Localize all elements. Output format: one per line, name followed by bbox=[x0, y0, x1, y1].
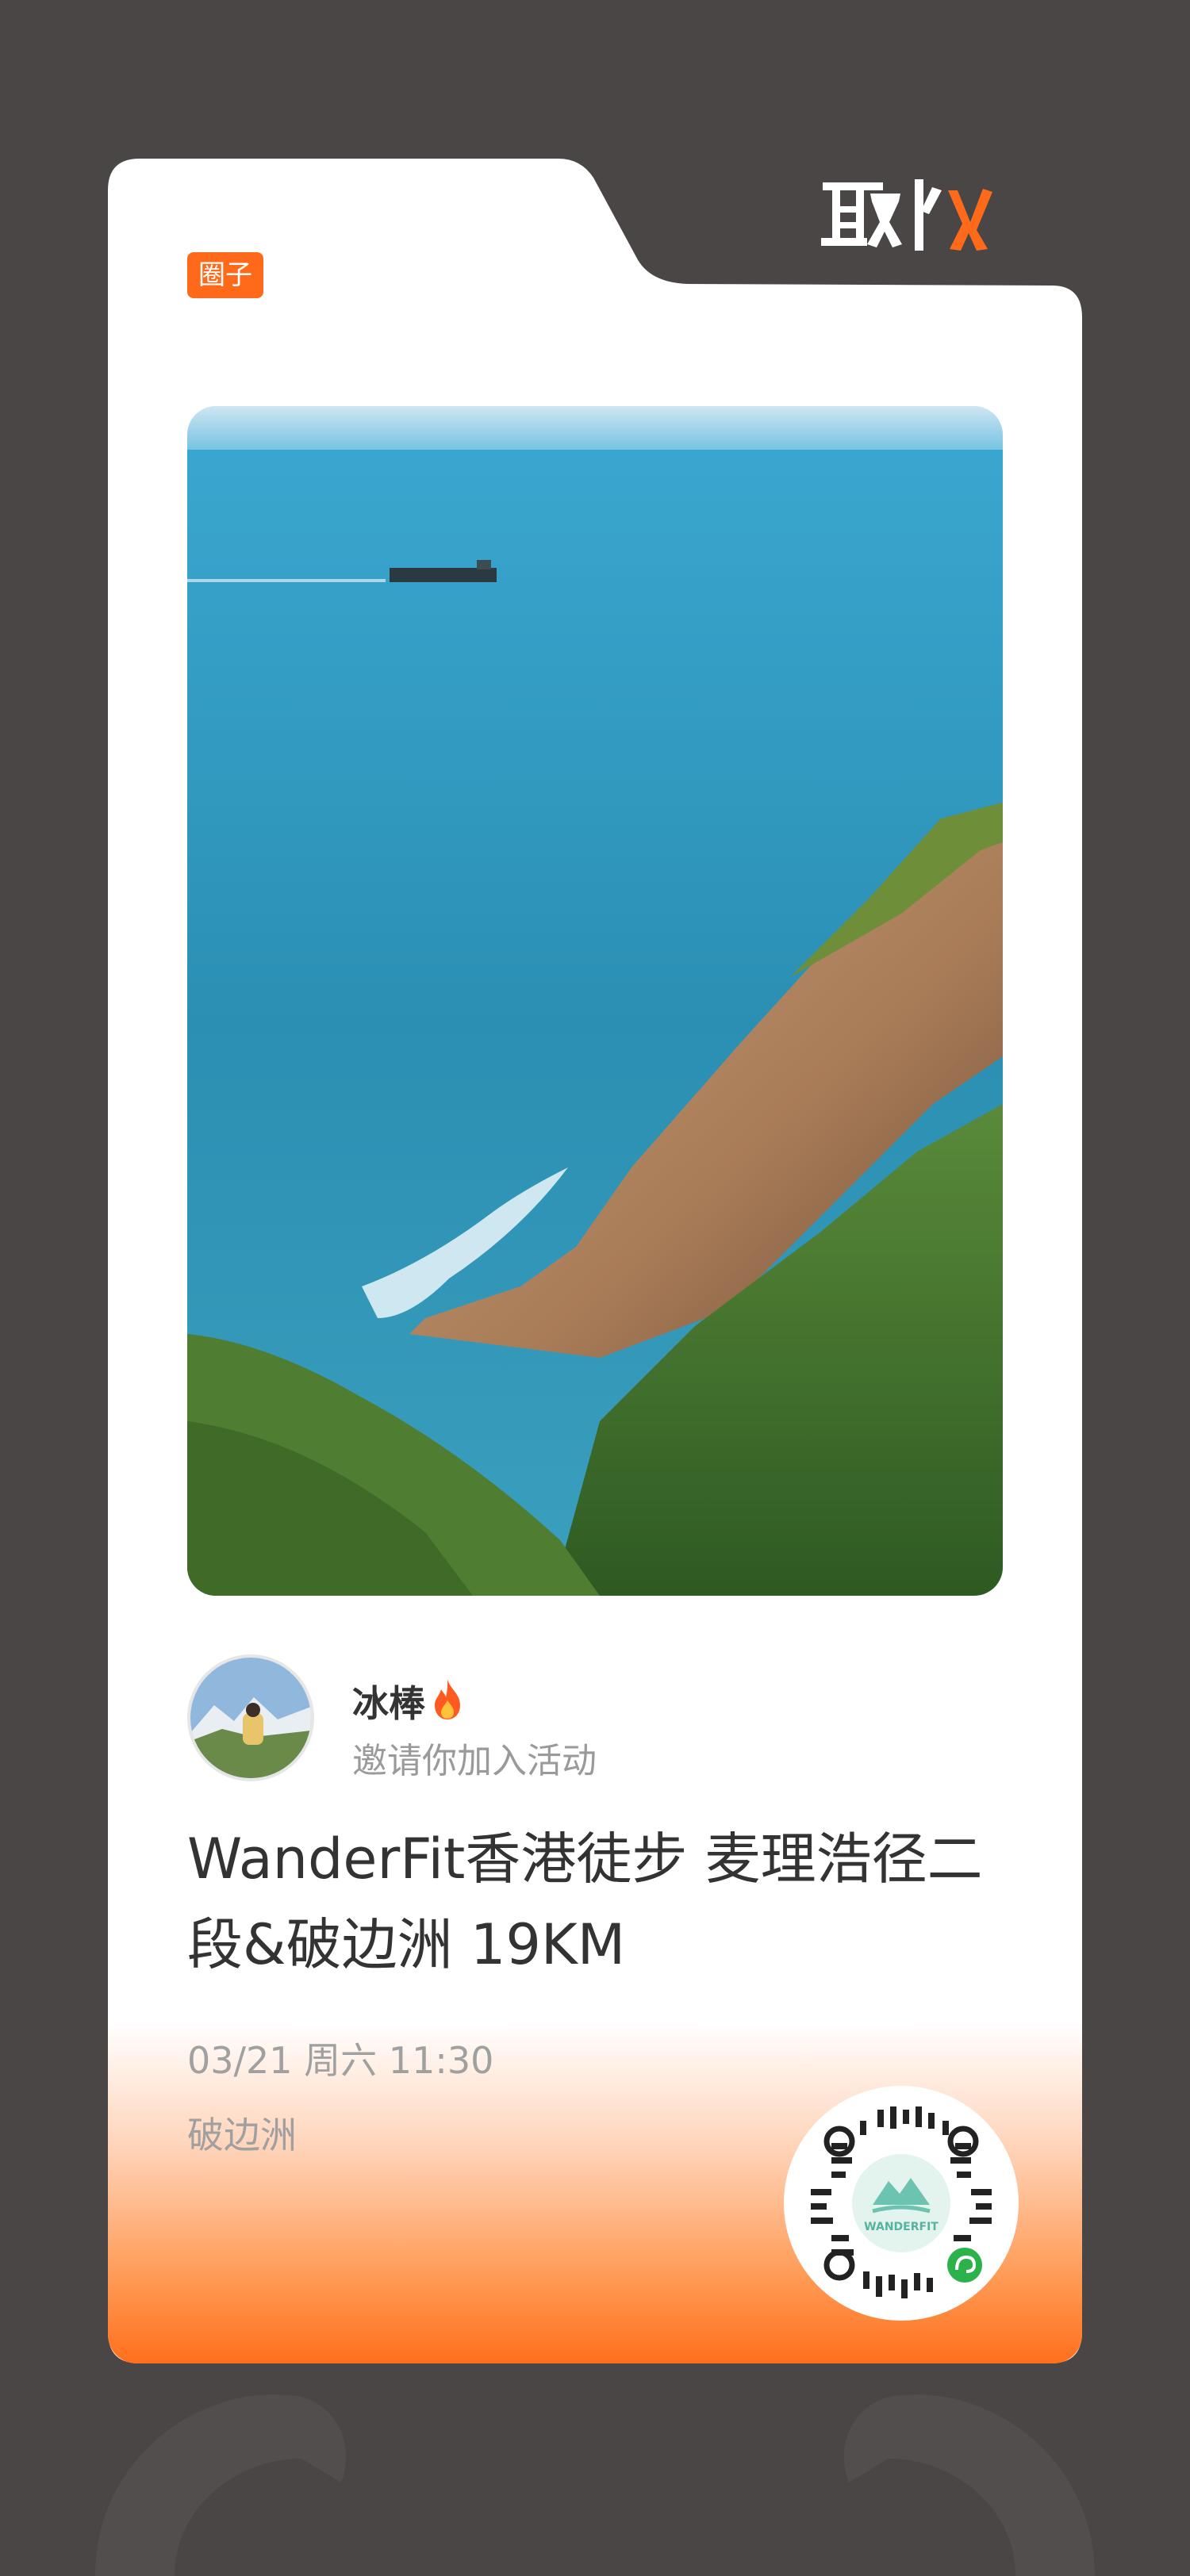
mini-program-qrcode[interactable]: WANDERFIT bbox=[784, 2086, 1019, 2321]
fire-icon bbox=[435, 1680, 460, 1719]
invite-text: 邀请你加入活动 bbox=[352, 1741, 597, 1781]
circle-tag: 圈子 bbox=[187, 252, 263, 298]
event-datetime: 03/21 周六 11:30 bbox=[187, 2039, 494, 2082]
event-location: 破边洲 bbox=[187, 2114, 297, 2156]
avatar[interactable] bbox=[187, 1654, 314, 1781]
author-name: 冰棒 bbox=[352, 1675, 465, 1727]
mini-program-icon bbox=[947, 2248, 982, 2283]
author-name-text: 冰棒 bbox=[352, 1682, 425, 1725]
background-decoration bbox=[95, 2394, 1095, 2576]
event-cover-image[interactable] bbox=[187, 406, 1003, 1596]
qrcode-brand-text: WANDERFIT bbox=[864, 2221, 939, 2233]
invite-card: 圈子 冰棒 邀请你加入活动 WanderFit香港徒步 麦理浩径二段&破边洲 1… bbox=[108, 159, 1082, 2363]
event-title: WanderFit香港徒步 麦理浩径二段&破边洲 19KM bbox=[187, 1827, 983, 1977]
brand-logo bbox=[821, 179, 992, 251]
